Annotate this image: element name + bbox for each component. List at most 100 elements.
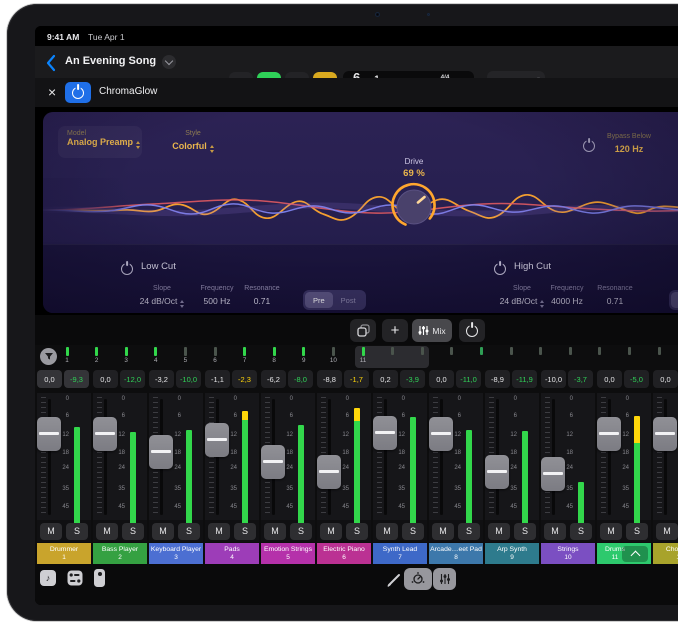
scale-label: 0 bbox=[611, 396, 629, 402]
solo-button[interactable]: S bbox=[122, 523, 144, 540]
mute-button[interactable]: M bbox=[656, 523, 678, 540]
scale-label: 0 bbox=[667, 396, 678, 402]
channel-name[interactable]: Keyboard Player3 bbox=[149, 543, 203, 564]
mute-button[interactable]: M bbox=[264, 523, 286, 540]
channel-name[interactable]: Electric Piano6 bbox=[317, 543, 371, 564]
nav-channel-offscreen bbox=[444, 347, 460, 355]
nav-channel-1[interactable]: 1 bbox=[59, 347, 75, 364]
fader-handle[interactable] bbox=[429, 417, 453, 451]
browser-button[interactable]: ♪ bbox=[40, 570, 56, 586]
fader-scale-ticks bbox=[41, 397, 46, 516]
fader-handle[interactable] bbox=[541, 457, 565, 491]
controls-view-button[interactable] bbox=[404, 568, 432, 590]
solo-button[interactable]: S bbox=[234, 523, 256, 540]
fader-handle[interactable] bbox=[597, 417, 621, 451]
mute-button[interactable]: M bbox=[544, 523, 566, 540]
song-title[interactable]: An Evening Song bbox=[65, 55, 156, 67]
nav-channel-10[interactable]: 10 bbox=[325, 347, 341, 364]
nav-meter-bar bbox=[273, 347, 276, 356]
channel-name[interactable]: Arp Synth9 bbox=[485, 543, 539, 564]
song-menu-button[interactable] bbox=[162, 55, 176, 69]
scale-label: 45 bbox=[499, 504, 517, 510]
scale-label: 35 bbox=[611, 486, 629, 492]
nav-channel-9[interactable]: 9 bbox=[296, 347, 312, 364]
power-icon bbox=[72, 87, 84, 99]
level-meter bbox=[634, 416, 640, 520]
fader-scale-ticks bbox=[657, 397, 662, 516]
fader-handle[interactable] bbox=[261, 445, 285, 479]
solo-button[interactable]: S bbox=[626, 523, 648, 540]
mute-button[interactable]: M bbox=[152, 523, 174, 540]
peak-db-value: -8,0 bbox=[288, 370, 313, 388]
solo-button[interactable]: S bbox=[402, 523, 424, 540]
plugins-button[interactable] bbox=[67, 570, 83, 586]
back-icon[interactable] bbox=[46, 54, 56, 72]
nav-channel-5[interactable]: 5 bbox=[177, 347, 193, 364]
mute-button[interactable]: M bbox=[96, 523, 118, 540]
solo-button[interactable]: S bbox=[570, 523, 592, 540]
mix-button[interactable]: Mix bbox=[412, 319, 452, 342]
fader-handle[interactable] bbox=[653, 417, 677, 451]
mixer-view-button[interactable] bbox=[433, 568, 456, 590]
scale-label: 0 bbox=[387, 396, 405, 402]
mute-button[interactable]: M bbox=[600, 523, 622, 540]
channel-name[interactable]: Arcade…eet Pad8 bbox=[429, 543, 483, 564]
scale-label: 0 bbox=[163, 396, 181, 402]
scale-label: 45 bbox=[667, 504, 678, 510]
mute-button[interactable]: M bbox=[488, 523, 510, 540]
play-surface-button[interactable] bbox=[94, 569, 105, 587]
collapse-plugin-button[interactable] bbox=[622, 546, 648, 562]
fader-handle[interactable] bbox=[93, 417, 117, 451]
scale-label: 12 bbox=[275, 432, 293, 438]
filter-button[interactable] bbox=[40, 348, 57, 365]
fader-handle[interactable] bbox=[205, 423, 229, 457]
edit-pencil-icon[interactable] bbox=[387, 572, 402, 587]
power-icon bbox=[466, 325, 478, 337]
date: Tue Apr 1 bbox=[88, 32, 125, 42]
nav-channel-3[interactable]: 3 bbox=[118, 347, 134, 364]
add-track-button[interactable]: + bbox=[382, 319, 408, 342]
peak-db-value: -3,9 bbox=[400, 370, 425, 388]
scale-label: 45 bbox=[219, 504, 237, 510]
solo-button[interactable]: S bbox=[66, 523, 88, 540]
channel-strip-2: 0,0 -12,0 061218243545 M S Bass Player2 bbox=[93, 370, 147, 564]
close-icon[interactable]: × bbox=[48, 84, 56, 100]
nav-channel-6[interactable]: 6 bbox=[207, 347, 223, 364]
channel-name[interactable]: Pads4 bbox=[205, 543, 259, 564]
solo-button[interactable]: S bbox=[290, 523, 312, 540]
nav-channel-offscreen bbox=[385, 347, 401, 355]
nav-channel-8[interactable]: 8 bbox=[266, 347, 282, 364]
solo-button[interactable]: S bbox=[346, 523, 368, 540]
fader-handle[interactable] bbox=[317, 455, 341, 489]
solo-button[interactable]: S bbox=[178, 523, 200, 540]
mixer-power-button[interactable] bbox=[459, 319, 485, 342]
mute-button[interactable]: M bbox=[432, 523, 454, 540]
channel-name[interactable]: Bass Player2 bbox=[93, 543, 147, 564]
mute-button[interactable]: M bbox=[40, 523, 62, 540]
nav-channel-2[interactable]: 2 bbox=[89, 347, 105, 364]
duplicate-button[interactable] bbox=[350, 319, 376, 342]
plugin-power-button[interactable] bbox=[65, 82, 91, 103]
nav-channel-7[interactable]: 7 bbox=[237, 347, 253, 364]
fader-db-value: -6,2 bbox=[261, 370, 286, 388]
fader-handle[interactable] bbox=[485, 455, 509, 489]
mute-button[interactable]: M bbox=[376, 523, 398, 540]
channel-name[interactable]: Drums11 bbox=[597, 543, 651, 564]
fader-handle[interactable] bbox=[149, 435, 173, 469]
channel-strip-11: 0,0 -5,0 061218243545 M S Drums11 bbox=[597, 370, 651, 564]
channel-name[interactable]: Drummer1 bbox=[37, 543, 91, 564]
solo-button[interactable]: S bbox=[514, 523, 536, 540]
solo-button[interactable]: S bbox=[458, 523, 480, 540]
fader-handle[interactable] bbox=[37, 417, 61, 451]
channel-name[interactable]: Emotion Strings5 bbox=[261, 543, 315, 564]
channel-name[interactable]: Strings10 bbox=[541, 543, 595, 564]
nav-channel-4[interactable]: 4 bbox=[148, 347, 164, 364]
mute-button[interactable]: M bbox=[320, 523, 342, 540]
channel-name[interactable]: Synth Lead7 bbox=[373, 543, 427, 564]
scale-label: 45 bbox=[443, 504, 461, 510]
nav-channel-11[interactable]: 11 bbox=[355, 347, 371, 364]
mute-button[interactable]: M bbox=[208, 523, 230, 540]
fader-handle[interactable] bbox=[373, 416, 397, 450]
channel-name[interactable]: Chorus V12 bbox=[653, 543, 678, 564]
scale-label: 35 bbox=[163, 486, 181, 492]
